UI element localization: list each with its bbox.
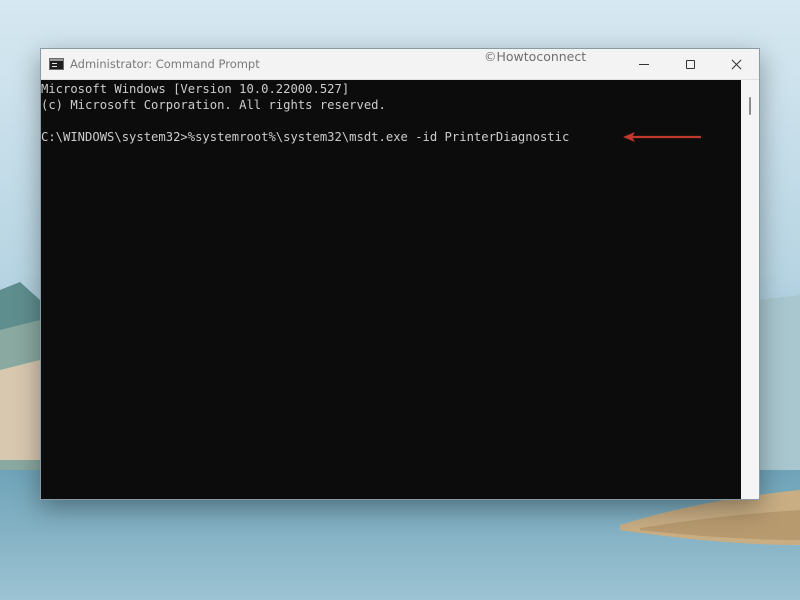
- maximize-icon: [685, 59, 695, 69]
- command-prompt-window: Administrator: Command Prompt ©Howtoconn…: [40, 48, 760, 500]
- window-title: Administrator: Command Prompt: [70, 57, 260, 71]
- arrow-left-icon: [623, 132, 701, 142]
- minimize-button[interactable]: [621, 49, 667, 79]
- scrollbar-thumb[interactable]: [749, 97, 751, 115]
- title-bar[interactable]: Administrator: Command Prompt ©Howtoconn…: [41, 49, 759, 80]
- maximize-button[interactable]: [667, 49, 713, 79]
- vertical-scrollbar[interactable]: [741, 80, 759, 499]
- watermark-text: ©Howtoconnect: [484, 49, 587, 64]
- close-button[interactable]: [713, 49, 759, 79]
- command-prompt-icon: [49, 58, 64, 70]
- minimize-icon: [639, 63, 649, 65]
- close-icon: [731, 59, 742, 70]
- console-line-copyright: (c) Microsoft Corporation. All rights re…: [41, 98, 386, 112]
- console-line-version: Microsoft Windows [Version 10.0.22000.52…: [41, 82, 350, 96]
